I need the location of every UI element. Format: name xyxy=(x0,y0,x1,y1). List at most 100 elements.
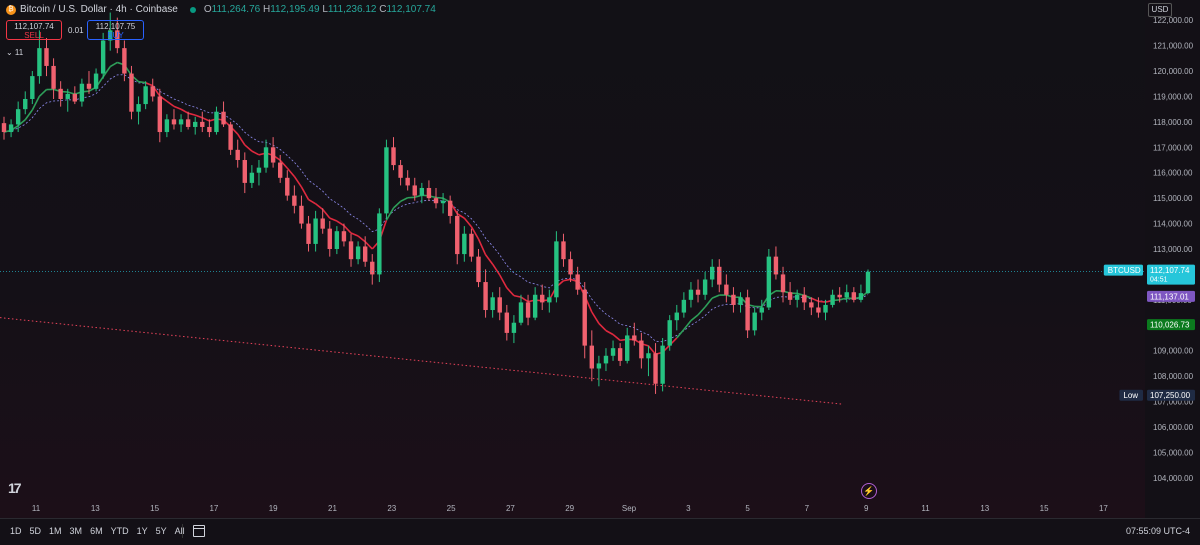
toolbar-divider xyxy=(182,524,183,538)
fast-ma-segment xyxy=(818,301,825,302)
fast-ma-segment xyxy=(705,298,712,307)
range-1y[interactable]: 1Y xyxy=(137,526,148,536)
candle-body xyxy=(597,363,601,368)
candle-body xyxy=(30,76,34,99)
candle-body xyxy=(101,41,105,74)
fast-ma-segment xyxy=(436,198,443,199)
y-tick-label: 122,000.00 xyxy=(1153,16,1194,25)
fast-ma-segment xyxy=(330,218,337,221)
x-tick-label: 17 xyxy=(1099,504,1108,513)
y-tick-label: 119,000.00 xyxy=(1153,92,1193,101)
price-chart[interactable]: 122,000.00121,000.00120,000.00119,000.00… xyxy=(0,0,1200,518)
candle-body xyxy=(2,123,6,132)
candle-body xyxy=(193,122,197,127)
fast-ma-segment xyxy=(287,168,294,176)
price-label-value: 112,107.74 xyxy=(1150,266,1190,275)
candle-body xyxy=(866,272,870,293)
candle-body xyxy=(561,241,565,259)
clock[interactable]: 07:55:09 UTC-4 xyxy=(1126,526,1190,536)
candle-body xyxy=(505,313,509,333)
buy-button[interactable]: 112,107.75 BUY xyxy=(87,20,144,40)
range-ytd[interactable]: YTD xyxy=(111,526,129,536)
fast-ma-segment xyxy=(195,115,202,118)
x-tick-label: 15 xyxy=(150,504,159,513)
candle-body xyxy=(37,48,41,76)
x-tick-label: 19 xyxy=(269,504,278,513)
x-tick-label: 17 xyxy=(209,504,218,513)
fast-ma-segment xyxy=(245,145,252,151)
spread-value: 0.01 xyxy=(68,26,84,35)
x-tick-label: 25 xyxy=(447,504,456,513)
fast-ma-segment xyxy=(394,201,401,208)
range-1m[interactable]: 1M xyxy=(49,526,62,536)
y-tick-label: 114,000.00 xyxy=(1153,220,1193,229)
candle-body xyxy=(483,282,487,310)
candle-body xyxy=(23,99,27,109)
x-tick-label: 7 xyxy=(805,504,810,513)
symbol-title[interactable]: Bitcoin / U.S. Dollar · 4h · Coinbase xyxy=(20,4,178,15)
bottom-toolbar: 1D 5D 1M 3M 6M YTD 1Y 5Y All 07:55:09 UTC-4 xyxy=(0,518,1200,545)
candle-body xyxy=(9,124,13,132)
sell-button[interactable]: 112,107.74 SELL xyxy=(6,20,62,40)
ohlc-values: O111,264.76 H112,195.49 L111,236.12 C112… xyxy=(204,4,436,15)
tradingview-logo-icon[interactable]: 17 xyxy=(8,480,20,496)
candle-body xyxy=(618,348,622,361)
candle-body xyxy=(228,124,232,149)
candle-body xyxy=(405,178,409,186)
price-label-name: BTCUSD xyxy=(1108,266,1141,275)
x-tick-label: 27 xyxy=(506,504,515,513)
candle-body xyxy=(738,297,742,305)
candle-body xyxy=(427,188,431,198)
fast-ma-segment xyxy=(464,218,471,227)
market-status-icon xyxy=(190,7,196,13)
candle-body xyxy=(335,231,339,249)
candle-body xyxy=(356,246,360,259)
candle-body xyxy=(292,196,296,206)
candle-body xyxy=(852,292,856,300)
candle-body xyxy=(285,178,289,196)
candle-body xyxy=(653,353,657,384)
candle-body xyxy=(398,165,402,178)
range-3m[interactable]: 3M xyxy=(70,526,83,536)
indicator-collapse-toggle[interactable]: ⌄ 11 xyxy=(6,48,23,57)
candle-body xyxy=(668,320,672,345)
fast-ma-segment xyxy=(351,233,358,236)
trendline xyxy=(0,318,842,404)
fast-ma-segment xyxy=(68,92,75,94)
candle-body xyxy=(696,290,700,295)
candle-body xyxy=(136,104,140,112)
candle-body xyxy=(830,295,834,305)
range-1d[interactable]: 1D xyxy=(10,526,22,536)
candle-body xyxy=(420,188,424,196)
fast-ma-segment xyxy=(337,221,344,226)
y-tick-label: 109,000.00 xyxy=(1153,347,1194,356)
x-tick-label: Sep xyxy=(622,504,637,513)
candle-body xyxy=(320,218,324,228)
candle-body xyxy=(724,285,728,295)
range-5d[interactable]: 5D xyxy=(30,526,42,536)
fast-ma-segment xyxy=(174,106,181,109)
range-5y[interactable]: 5Y xyxy=(156,526,167,536)
alert-icon[interactable]: ⚡ xyxy=(861,483,877,499)
range-all[interactable]: All xyxy=(175,526,185,536)
candle-body xyxy=(44,48,48,66)
currency-selector[interactable]: USD xyxy=(1148,3,1172,17)
candle-body xyxy=(363,246,367,261)
candle-body xyxy=(328,229,332,249)
chart-area[interactable]: 122,000.00121,000.00120,000.00119,000.00… xyxy=(0,0,1145,518)
candle-body xyxy=(802,295,806,303)
fast-ma-segment xyxy=(110,62,117,66)
candle-body xyxy=(533,295,537,318)
fast-ma-segment xyxy=(478,239,485,255)
chart-legend: ₿ Bitcoin / U.S. Dollar · 4h · Coinbase … xyxy=(6,4,436,15)
fast-ma-segment xyxy=(486,255,493,264)
range-6m[interactable]: 6M xyxy=(90,526,103,536)
calendar-icon[interactable] xyxy=(193,525,205,537)
candle-body xyxy=(788,292,792,300)
x-tick-label: 9 xyxy=(864,504,869,513)
candle-body xyxy=(604,356,608,364)
y-tick-label: 106,000.00 xyxy=(1153,423,1194,432)
candle-body xyxy=(434,198,438,203)
y-tick-label: 113,000.00 xyxy=(1153,245,1193,254)
candle-body xyxy=(781,274,785,292)
